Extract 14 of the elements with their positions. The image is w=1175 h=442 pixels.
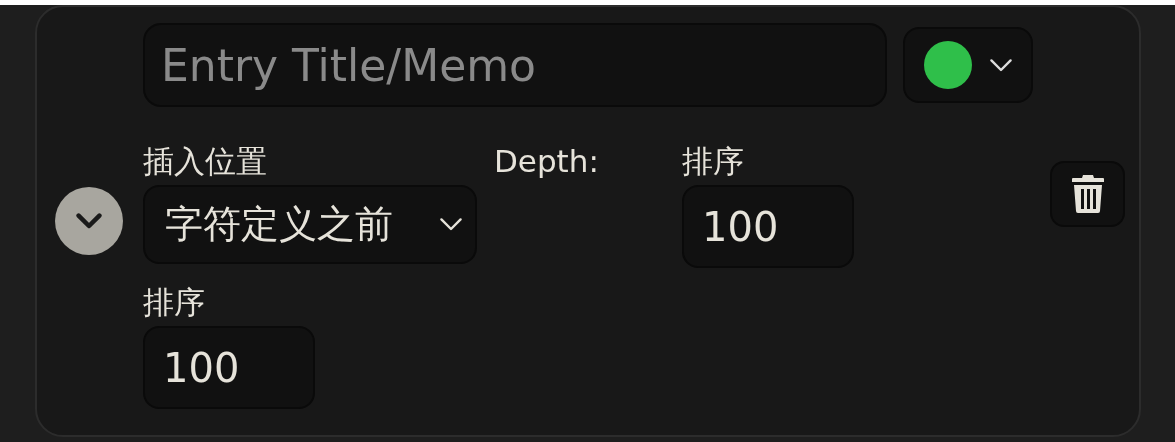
position-select[interactable]: 字符定义之前 bbox=[143, 185, 477, 264]
chevron-down-icon bbox=[76, 213, 102, 229]
order-field[interactable]: 100 bbox=[143, 326, 315, 409]
caret-icon bbox=[988, 57, 1013, 73]
order-label: 排序 bbox=[143, 283, 206, 322]
position-label: 插入位置 bbox=[143, 142, 268, 181]
color-select[interactable] bbox=[903, 27, 1033, 103]
depth-label: Depth: bbox=[494, 142, 600, 181]
title-field[interactable]: Entry Title/Memo bbox=[143, 23, 887, 107]
trash-icon bbox=[1071, 175, 1104, 213]
caret-icon bbox=[439, 217, 463, 232]
order-field[interactable]: 100 bbox=[682, 185, 854, 268]
delete-button[interactable] bbox=[1050, 161, 1125, 227]
order-label: 排序 bbox=[682, 142, 745, 181]
